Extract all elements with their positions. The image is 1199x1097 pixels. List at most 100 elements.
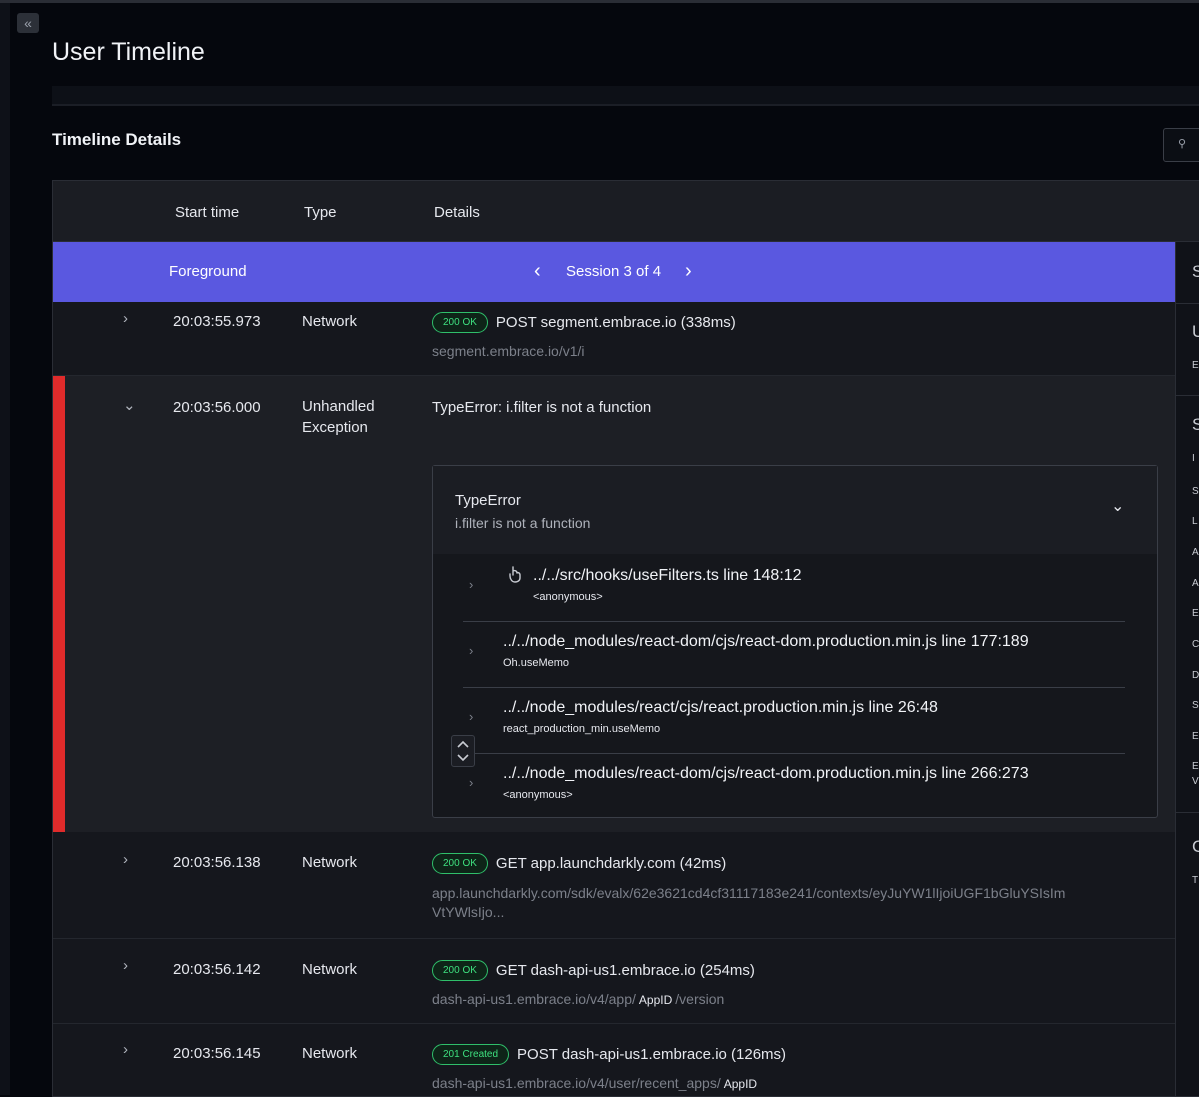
panel-text: A <box>1192 547 1199 558</box>
panel-text: D <box>1192 670 1199 681</box>
panel-text: A <box>1192 578 1199 589</box>
prev-session-button[interactable]: ‹ <box>534 260 541 283</box>
page-title: User Timeline <box>52 38 205 66</box>
panel-text: I <box>1192 453 1195 464</box>
expand-frame-icon[interactable]: › <box>469 643 473 658</box>
timeline-table: Start time Type Details Foreground ‹ Ses… <box>52 180 1199 1097</box>
row-detail: 200 OK GET app.launchdarkly.com (42ms) <box>432 853 726 874</box>
panel-text: S <box>1192 415 1199 435</box>
request-url: dash-api-us1.embrace.io/v4/user/recent_a… <box>432 1074 757 1094</box>
panel-divider <box>1176 395 1199 396</box>
exception-row[interactable]: ⌄ 20:03:56.000 Unhandled Exception TypeE… <box>53 376 1175 832</box>
panel-text: C <box>1192 639 1199 650</box>
stack-trace-header[interactable]: TypeError i.filter is not a function ⌄ <box>433 466 1157 554</box>
row-detail: 200 OK GET dash-api-us1.embrace.io (254ms… <box>432 960 755 981</box>
summary-panel <box>52 86 1199 106</box>
request-url: app.launchdarkly.com/sdk/evalx/62e3621cd… <box>432 884 1065 922</box>
error-name: TypeError <box>455 492 521 509</box>
request-summary: POST dash-api-us1.embrace.io (126ms) <box>517 1046 787 1063</box>
exception-indicator <box>53 376 65 832</box>
row-start-time: 20:03:56.138 <box>173 854 261 871</box>
expand-row-icon[interactable]: › <box>123 957 128 974</box>
collapse-sidebar-icon[interactable]: « <box>17 13 39 33</box>
expand-frame-icon[interactable]: › <box>469 577 473 592</box>
column-header-details[interactable]: Details <box>434 204 480 221</box>
row-type: Network <box>302 854 358 871</box>
frame-function: <anonymous> <box>533 591 603 603</box>
panel-text: E <box>1192 360 1199 371</box>
row-detail: 200 OK POST segment.embrace.io (338ms) <box>432 312 736 333</box>
redacted-app-id: AppID <box>638 993 673 1007</box>
expand-row-icon[interactable]: › <box>123 1041 128 1058</box>
request-url-prefix: dash-api-us1.embrace.io/v4/app/ <box>432 991 636 1007</box>
stack-frame[interactable]: › ../../node_modules/react-dom/cjs/react… <box>463 753 1125 819</box>
row-type-line1: Unhandled <box>302 398 375 415</box>
row-start-time: 20:03:56.000 <box>173 399 261 416</box>
frame-path: ../../node_modules/react-dom/cjs/react-d… <box>503 633 1029 650</box>
row-detail: 201 Created POST dash-api-us1.embrace.io … <box>432 1044 786 1065</box>
request-summary: GET app.launchdarkly.com (42ms) <box>495 855 727 872</box>
status-badge: 200 OK <box>432 312 488 333</box>
frame-function: <anonymous> <box>503 789 573 801</box>
expand-frame-icon[interactable]: › <box>469 709 473 724</box>
row-type: Network <box>302 961 358 978</box>
expand-row-icon[interactable]: › <box>123 310 128 327</box>
section-title: Timeline Details <box>52 130 182 149</box>
status-badge: 201 Created <box>432 1044 510 1065</box>
collapse-row-icon[interactable]: ⌄ <box>123 396 136 414</box>
top-border <box>0 0 1199 3</box>
app-sidebar-edge <box>0 0 10 1095</box>
chevron-up-down-icon <box>457 740 469 762</box>
pointer-icon <box>509 566 521 583</box>
table-header: Start time Type Details <box>53 181 1199 242</box>
panel-text: S <box>1192 262 1199 282</box>
row-type: Unhandled Exception <box>302 396 375 438</box>
panel-text: T <box>1192 875 1199 886</box>
column-header-start-time[interactable]: Start time <box>175 204 239 221</box>
request-url-suffix: /version <box>675 991 725 1007</box>
session-state: Foreground <box>169 263 247 280</box>
request-url-prefix: dash-api-us1.embrace.io/v4/user/recent_a… <box>432 1075 721 1091</box>
stack-frame[interactable]: › ../../src/hooks/useFilters.ts line 148… <box>463 555 1125 622</box>
stack-frame[interactable]: › ../../node_modules/react-dom/cjs/react… <box>463 621 1125 688</box>
frame-path: ../../node_modules/react-dom/cjs/react-d… <box>503 765 1029 782</box>
panel-text: V <box>1192 776 1199 787</box>
request-url-line1: app.launchdarkly.com/sdk/evalx/62e3621cd… <box>432 885 1066 901</box>
frame-scroll-stepper[interactable] <box>451 735 475 767</box>
column-header-type[interactable]: Type <box>304 204 337 221</box>
panel-text: L <box>1192 516 1198 527</box>
row-type: Network <box>302 313 358 330</box>
expand-row-icon[interactable]: › <box>123 851 128 868</box>
row-start-time: 20:03:55.973 <box>173 313 261 330</box>
panel-text: S <box>1192 700 1199 711</box>
panel-text: E <box>1192 761 1199 772</box>
request-summary: GET dash-api-us1.embrace.io (254ms) <box>495 962 755 979</box>
session-bar: Foreground ‹ Session 3 of 4 › <box>53 242 1175 302</box>
expand-frame-icon[interactable]: › <box>469 775 473 790</box>
panel-text: S <box>1192 486 1199 497</box>
next-session-button[interactable]: › <box>685 260 692 283</box>
session-details-panel: S U E S I S L A A E C D S E E V C T <box>1175 242 1199 1096</box>
request-url: dash-api-us1.embrace.io/v4/app/AppID/ver… <box>432 990 724 1010</box>
frame-function: react_production_min.useMemo <box>503 723 661 735</box>
error-message: i.filter is not a function <box>455 515 591 531</box>
request-url-line2: VtYWlsIjo... <box>432 904 505 920</box>
row-start-time: 20:03:56.145 <box>173 1045 261 1062</box>
table-row[interactable]: › 20:03:55.973 Network 200 OK POST segmen… <box>53 303 1175 376</box>
table-row[interactable]: › 20:03:56.142 Network 200 OK GET dash-ap… <box>53 939 1175 1024</box>
request-summary: POST segment.embrace.io (338ms) <box>495 314 736 331</box>
table-row[interactable]: › 20:03:56.145 Network 201 Created POST d… <box>53 1024 1175 1096</box>
panel-divider <box>1176 303 1199 304</box>
status-badge: 200 OK <box>432 853 488 874</box>
row-type-line2: Exception <box>302 419 368 436</box>
search-icon: ⚲ <box>1178 138 1187 150</box>
table-row[interactable]: › 20:03:56.138 Network 200 OK GET app.lau… <box>53 833 1175 939</box>
search-button[interactable]: ⚲ <box>1163 128 1199 162</box>
panel-text: E <box>1192 731 1199 742</box>
panel-divider <box>1176 812 1199 813</box>
stack-trace-card: TypeError i.filter is not a function ⌄ ›… <box>432 465 1158 818</box>
panel-text: E <box>1192 608 1199 619</box>
exception-summary: TypeError: i.filter is not a function <box>432 399 652 416</box>
stack-frame[interactable]: › ../../node_modules/react/cjs/react.pro… <box>463 687 1125 754</box>
chevron-down-icon[interactable]: ⌄ <box>1111 496 1124 516</box>
